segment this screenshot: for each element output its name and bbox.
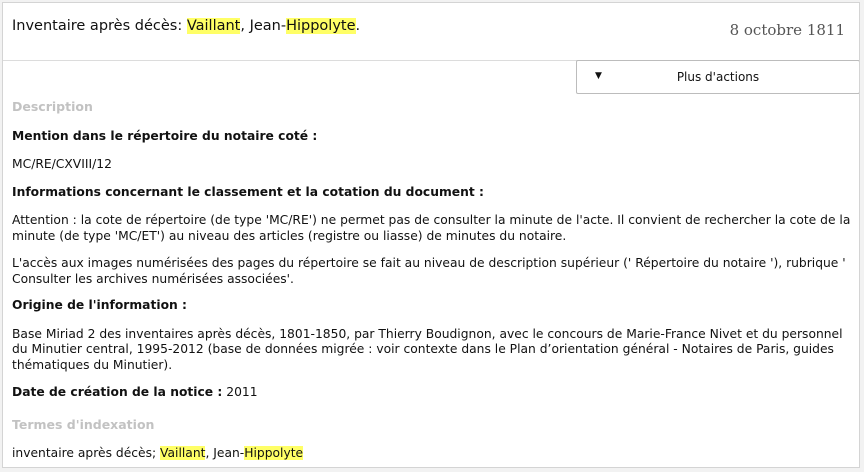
origine-label: Origine de l'information :	[12, 298, 187, 312]
record-card: Inventaire après décès: Vaillant, Jean-H…	[2, 2, 860, 468]
mention-value: MC/RE/CXVIII/12	[12, 157, 112, 171]
date-creation: Date de création de la notice : 2011	[12, 385, 853, 401]
origine-text: Base Miriad 2 des inventaires après décè…	[12, 326, 843, 372]
more-actions-button[interactable]: ▼ Plus d'actions	[576, 60, 859, 94]
date-creation-value: 2011	[226, 385, 258, 399]
title-suffix: .	[355, 18, 361, 34]
title-middle: , Jean-	[240, 18, 287, 34]
term-prefix: inventaire après décès;	[12, 446, 161, 460]
title-prefix: Inventaire après décès:	[12, 18, 187, 34]
record-header: Inventaire après décès: Vaillant, Jean-H…	[3, 3, 859, 61]
section-heading-description: Description	[12, 99, 93, 114]
classement-label: Informations concernant le classement et…	[12, 184, 484, 199]
more-actions-label: Plus d'actions	[676, 70, 760, 84]
term-highlight-surname: Vaillant	[160, 446, 206, 460]
term-highlight-firstname: Hippolyte	[244, 446, 304, 460]
record-title: Inventaire après décès: Vaillant, Jean-H…	[12, 18, 360, 34]
acces-text: L'accès aux images numérisées des pages …	[12, 256, 846, 286]
title-highlight-surname: Vaillant	[186, 18, 241, 34]
mention-label: Mention dans le répertoire du notaire co…	[12, 128, 318, 143]
date-creation-label: Date de création de la notice :	[12, 385, 223, 399]
record-date: 8 octobre 1811	[729, 21, 845, 39]
attention-text: Attention : la cote de répertoire (de ty…	[12, 213, 851, 243]
term-middle: , Jean-	[205, 446, 245, 460]
indexation-terms: inventaire après décès; Vaillant, Jean-H…	[12, 446, 853, 462]
section-heading-indexation: Termes d'indexation	[12, 416, 155, 432]
title-highlight-firstname: Hippolyte	[286, 18, 356, 34]
record-content: Description Mention dans le répertoire d…	[12, 99, 853, 467]
